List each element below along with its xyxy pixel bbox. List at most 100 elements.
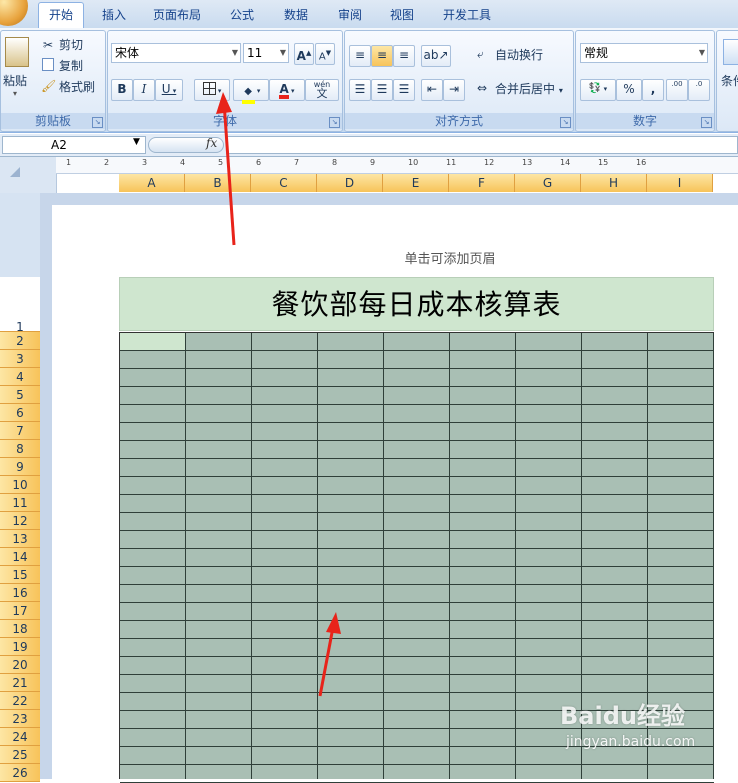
bold-button[interactable]: B [111, 79, 133, 101]
italic-button[interactable]: I [133, 79, 155, 101]
row-header-19[interactable]: 19 [0, 638, 40, 656]
row-header-7[interactable]: 7 [0, 422, 40, 440]
tab-insert[interactable]: 插入 [94, 4, 134, 26]
row-header-1[interactable]: 1 [0, 277, 40, 334]
formula-input[interactable] [226, 136, 738, 154]
font-color-button[interactable]: A ▾ [269, 79, 305, 101]
decrease-indent-button[interactable]: ⇤ [421, 79, 443, 101]
grid-row-line [120, 656, 714, 657]
row-header-23[interactable]: 23 [0, 710, 40, 728]
column-header-i[interactable]: I [647, 174, 713, 192]
ruler-tick-label: 16 [636, 158, 647, 167]
grid-row-line [120, 584, 714, 585]
row-header-20[interactable]: 20 [0, 656, 40, 674]
page-header-hint[interactable]: 单击可添加页眉 [350, 248, 550, 267]
column-header-e[interactable]: E [383, 174, 449, 192]
tab-review[interactable]: 审阅 [330, 4, 370, 26]
row-header-14[interactable]: 14 [0, 548, 40, 566]
row-header-10[interactable]: 10 [0, 476, 40, 494]
paste-button[interactable]: 粘贴 [3, 71, 27, 91]
column-header-f[interactable]: F [449, 174, 515, 192]
column-header-g[interactable]: G [515, 174, 581, 192]
row-header-12[interactable]: 12 [0, 512, 40, 530]
sheet-title-cell[interactable]: 餐饮部每日成本核算表 [119, 277, 714, 331]
grid-row-line [120, 458, 714, 459]
percent-button[interactable]: % [616, 79, 642, 101]
wrap-text-button[interactable]: 自动换行 [495, 45, 543, 65]
align-top-button[interactable]: ≡ [349, 45, 371, 67]
phonetic-guide-button[interactable]: wén 文 [305, 79, 339, 101]
office-button-icon[interactable] [0, 0, 28, 26]
conditional-format-button[interactable]: 条件 [721, 71, 738, 91]
row-header-9[interactable]: 9 [0, 458, 40, 476]
column-header-d[interactable]: D [317, 174, 383, 192]
tab-developer[interactable]: 开发工具 [436, 4, 498, 26]
cut-button[interactable]: 剪切 [59, 35, 83, 55]
alignment-launcher-icon[interactable]: ↘ [560, 117, 571, 128]
tab-view[interactable]: 视图 [382, 4, 422, 26]
ruler-tick-label: 11 [446, 158, 457, 167]
column-header-h[interactable]: H [581, 174, 647, 192]
row-header-3[interactable]: 3 [0, 350, 40, 368]
grow-font-button[interactable]: A▲ [294, 43, 314, 65]
ruler-tick-label: 7 [294, 158, 300, 167]
selected-cell-a2[interactable] [120, 333, 186, 351]
orientation-button[interactable]: ab↗ [421, 45, 451, 67]
tab-formulas[interactable]: 公式 [222, 4, 262, 26]
comma-button[interactable]: , [642, 79, 664, 101]
font-name-select[interactable]: 宋体 ▼ [111, 43, 241, 63]
chevron-down-icon[interactable]: ▼ [133, 137, 140, 147]
align-left-button[interactable]: ☰ [349, 79, 371, 101]
increase-indent-button[interactable]: ⇥ [443, 79, 465, 101]
row-header-22[interactable]: 22 [0, 692, 40, 710]
row-header-5[interactable]: 5 [0, 386, 40, 404]
paste-dropdown-icon[interactable]: ▾ [13, 89, 17, 98]
align-right-button[interactable]: ☰ [393, 79, 415, 101]
row-header-8[interactable]: 8 [0, 440, 40, 458]
font-size-select[interactable]: 11 ▼ [243, 43, 289, 63]
accounting-format-button[interactable]: 💱 ▾ [580, 79, 616, 101]
increase-decimal-button[interactable]: .00 [666, 79, 688, 101]
row-header-6[interactable]: 6 [0, 404, 40, 422]
merge-center-button[interactable]: 合并后居中 ▾ [495, 79, 563, 99]
row-header-15[interactable]: 15 [0, 566, 40, 584]
row-header-21[interactable]: 21 [0, 674, 40, 692]
increase-decimal-label: .00 [671, 80, 683, 88]
copy-icon [42, 58, 54, 71]
font-launcher-icon[interactable]: ↘ [329, 117, 340, 128]
row-header-16[interactable]: 16 [0, 584, 40, 602]
row-header-4[interactable]: 4 [0, 368, 40, 386]
number-format-select[interactable]: 常规 ▼ [580, 43, 708, 63]
format-painter-button[interactable]: 格式刷 [59, 77, 95, 97]
row-header-18[interactable]: 18 [0, 620, 40, 638]
underline-button[interactable]: U ▾ [155, 79, 183, 101]
column-header-a[interactable]: A [119, 174, 185, 192]
paste-icon[interactable] [5, 37, 29, 67]
align-bottom-button[interactable]: ≡ [393, 45, 415, 67]
format-painter-icon: 🖌 [41, 79, 57, 93]
row-header-25[interactable]: 25 [0, 746, 40, 764]
number-launcher-icon[interactable]: ↘ [701, 117, 712, 128]
align-center-button[interactable]: ☰ [371, 79, 393, 101]
row-header-26[interactable]: 26 [0, 764, 40, 782]
column-header-c[interactable]: C [251, 174, 317, 192]
grid-row-line [120, 674, 714, 675]
name-box[interactable]: A2 ▼ [2, 136, 146, 154]
grid-row-line [120, 368, 714, 369]
select-all-corner[interactable] [0, 157, 57, 193]
copy-button[interactable]: 复制 [59, 56, 83, 76]
tab-data[interactable]: 数据 [276, 4, 316, 26]
decrease-decimal-button[interactable]: .0 [688, 79, 710, 101]
row-header-24[interactable]: 24 [0, 728, 40, 746]
shrink-font-button[interactable]: A▼ [315, 43, 335, 65]
row-header-11[interactable]: 11 [0, 494, 40, 512]
row-header-2[interactable]: 2 [0, 332, 40, 350]
conditional-format-icon[interactable] [723, 39, 738, 65]
align-middle-button[interactable]: ≡ [371, 45, 393, 67]
row-header-13[interactable]: 13 [0, 530, 40, 548]
row-header-17[interactable]: 17 [0, 602, 40, 620]
clipboard-launcher-icon[interactable]: ↘ [92, 117, 103, 128]
baidu-watermark: Baidu经验 jingyan.baidu.com [560, 690, 738, 775]
tab-home[interactable]: 开始 [38, 2, 84, 29]
tab-page-layout[interactable]: 页面布局 [146, 4, 208, 26]
